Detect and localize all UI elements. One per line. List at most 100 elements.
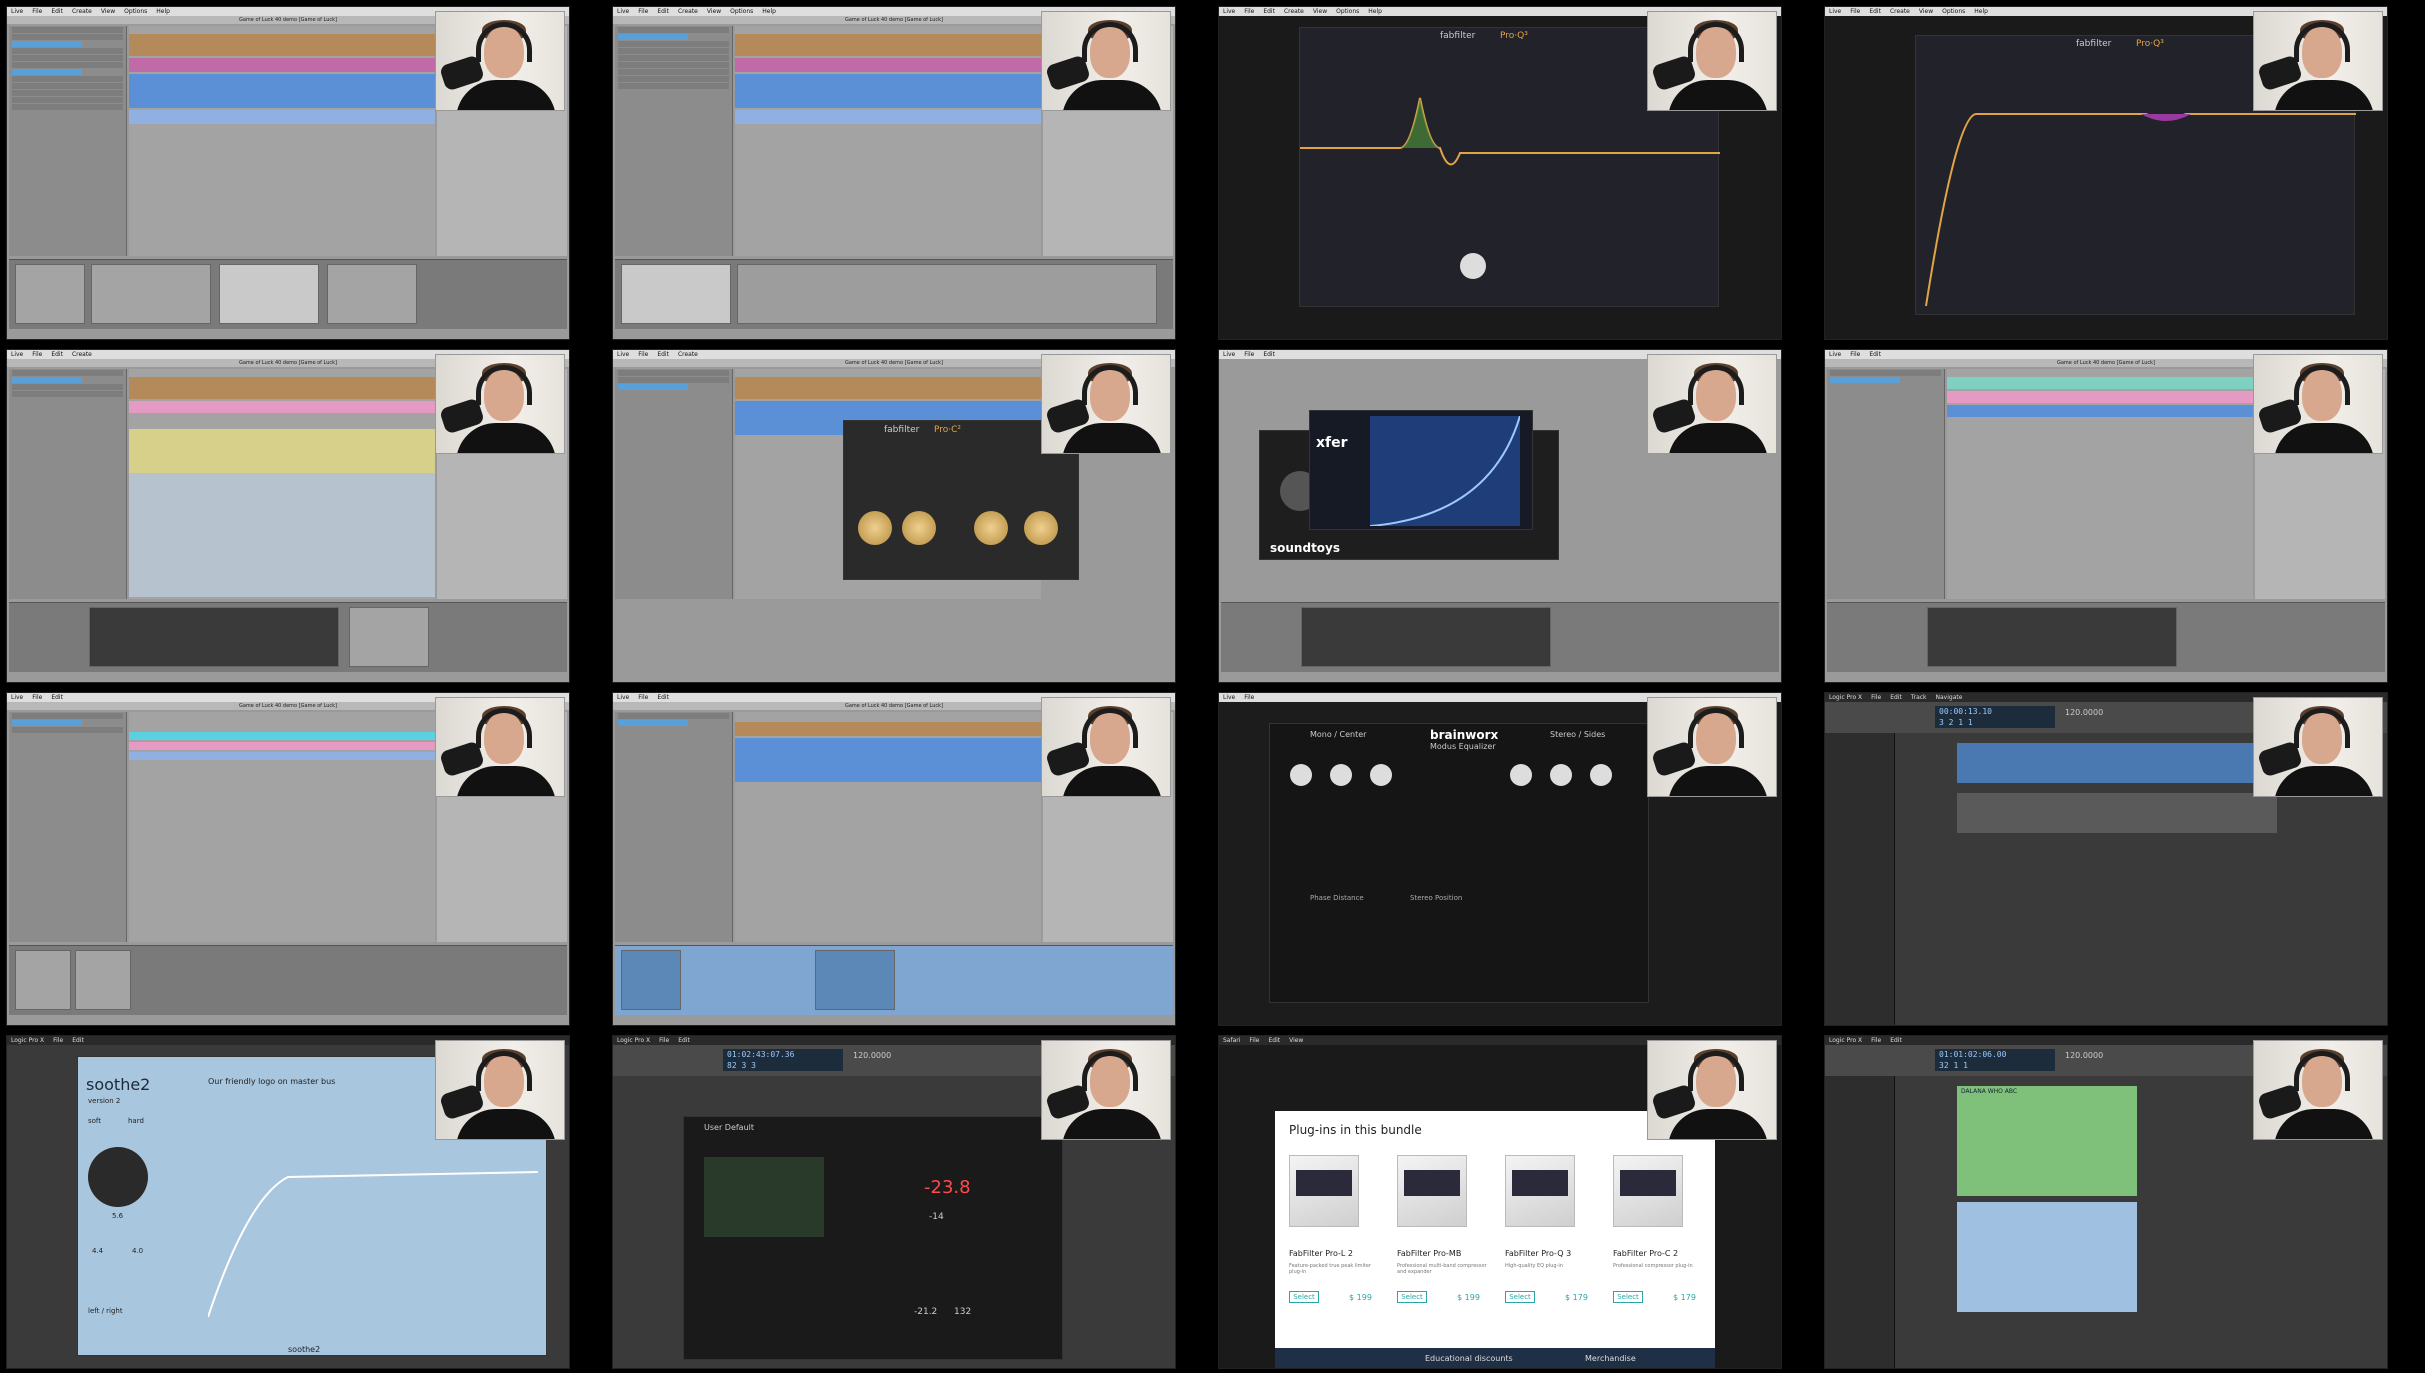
- brainworx-window[interactable]: brainworx Modus Equalizer Mono / Center …: [1269, 723, 1649, 1003]
- device-chain[interactable]: [9, 259, 567, 329]
- curve-display[interactable]: [1370, 416, 1520, 526]
- tile-bundle-page[interactable]: Safari File Edit View Plug-ins in this bund…: [1218, 1035, 1782, 1369]
- device-chain[interactable]: [1827, 602, 2385, 672]
- tempo: 120.0000: [2065, 1051, 2104, 1060]
- tile-loudness[interactable]: Logic Pro X File Edit 01:02:43:07.36 82 3 3…: [612, 1035, 1176, 1369]
- peak-value: 132: [954, 1307, 972, 1317]
- tile-brainworx[interactable]: Live File brainworx Modus Equalizer Mono …: [1218, 692, 1782, 1026]
- webcam-overlay: [2253, 11, 2383, 111]
- tile-xfer-soundtoys[interactable]: Live File Edit soundtoys xfer: [1218, 349, 1782, 683]
- select-button[interactable]: Select: [1613, 1291, 1643, 1303]
- bundle-item-name[interactable]: FabFilter Pro-MB: [1397, 1249, 1461, 1258]
- ratio-knob[interactable]: [902, 511, 936, 545]
- tile-pro-q3[interactable]: Live File Edit Create View Options Help fabfil…: [1218, 6, 1782, 340]
- mode-hard[interactable]: hard: [128, 1117, 144, 1125]
- webcam-overlay: [1647, 11, 1777, 111]
- release-knob[interactable]: [1024, 511, 1058, 545]
- bundle-item-desc: High-quality EQ plug-in: [1505, 1263, 1563, 1269]
- tile-logic-1[interactable]: Logic Pro X File Edit Track Navigate 00:00:1…: [1824, 692, 2388, 1026]
- footer-link-edu[interactable]: Educational discounts: [1425, 1354, 1513, 1363]
- tile-ableton-5[interactable]: Live File Edit Game of Luck 40 demo [Game …: [6, 692, 570, 1026]
- webcam-overlay: [435, 1040, 565, 1140]
- audio-region[interactable]: DALANA WHO ABC: [1957, 1086, 2137, 1196]
- browser-panel[interactable]: [9, 712, 127, 942]
- tile-soothe2[interactable]: Logic Pro X File Edit soothe2 version 2 Ou…: [6, 1035, 570, 1369]
- loudness-meter-window[interactable]: User Default -23.8 -14 -21.2 132: [683, 1116, 1063, 1360]
- browser-panel[interactable]: [615, 369, 733, 599]
- plugin-brand: fabfilter: [884, 425, 920, 435]
- region-name: DALANA WHO ABC: [1961, 1088, 2018, 1095]
- select-button[interactable]: Select: [1289, 1291, 1319, 1303]
- webcam-overlay: [1041, 11, 1171, 111]
- tile-pro-q3-2[interactable]: Live File Edit Create View Options Help fabfil…: [1824, 6, 2388, 340]
- bundle-item-desc: Feature-packed true peak limiter plug-in: [1289, 1263, 1372, 1275]
- eq-knob[interactable]: [1370, 764, 1392, 786]
- price: $ 199: [1349, 1293, 1372, 1302]
- bundle-item-box: [1397, 1155, 1467, 1227]
- price: $ 179: [1565, 1293, 1588, 1302]
- webcam-overlay: [435, 11, 565, 111]
- inspector[interactable]: [1825, 733, 1895, 1025]
- audio-region[interactable]: [1957, 1202, 2137, 1312]
- webcam-overlay: [2253, 1040, 2383, 1140]
- webcam-overlay: [1647, 697, 1777, 797]
- arrangement-view[interactable]: [735, 26, 1041, 256]
- eq-knob[interactable]: [1550, 764, 1572, 786]
- arrangement-view[interactable]: [129, 369, 435, 599]
- bundle-item-name[interactable]: FabFilter Pro-C 2: [1613, 1249, 1678, 1258]
- tile-logic-2[interactable]: Logic Pro X File Edit 01:01:02:06.00 32 1 1…: [1824, 1035, 2388, 1369]
- tile-ableton-6[interactable]: Live File Edit Game of Luck 40 demo [Game …: [612, 692, 1176, 1026]
- arrangement-view[interactable]: [129, 26, 435, 256]
- tile-ableton-1[interactable]: Live File Edit Create View Options Help Game o…: [6, 6, 570, 340]
- arrangement-view[interactable]: [129, 712, 435, 942]
- select-button[interactable]: Select: [1397, 1291, 1427, 1303]
- audio-region[interactable]: [1957, 743, 2277, 783]
- browser-panel[interactable]: [615, 712, 733, 942]
- eq-knob[interactable]: [1330, 764, 1352, 786]
- device-chain[interactable]: [1221, 602, 1779, 672]
- soothe-footer: soothe2: [288, 1345, 321, 1354]
- browser-panel[interactable]: [615, 26, 733, 256]
- history-graph: [704, 1157, 824, 1237]
- arrangement-view[interactable]: [1947, 369, 2253, 599]
- device-chain[interactable]: [615, 945, 1173, 1015]
- webcam-overlay: [1041, 1040, 1171, 1140]
- depth-knob[interactable]: [88, 1147, 148, 1207]
- footer-link-merch[interactable]: Merchandise: [1585, 1354, 1636, 1363]
- integrated-loudness: -23.8: [924, 1177, 971, 1198]
- tile-ableton-2[interactable]: Live File Edit Create View Options Help Game o…: [612, 6, 1176, 340]
- attack-knob[interactable]: [974, 511, 1008, 545]
- device-chain[interactable]: [615, 259, 1173, 329]
- browser-panel[interactable]: [9, 26, 127, 256]
- price: $ 179: [1673, 1293, 1696, 1302]
- webcam-overlay: [1647, 1040, 1777, 1140]
- xfer-window[interactable]: xfer: [1309, 410, 1533, 530]
- browser-panel[interactable]: [1827, 369, 1945, 599]
- lcd-display: 01:02:43:07.36 82 3 3: [723, 1049, 843, 1071]
- brainworx-title: Modus Equalizer: [1430, 742, 1496, 751]
- arrangement-view[interactable]: [735, 712, 1041, 942]
- device-chain[interactable]: [9, 602, 567, 672]
- preset-name[interactable]: User Default: [704, 1123, 754, 1132]
- audio-region[interactable]: [1957, 793, 2277, 833]
- select-button[interactable]: Select: [1505, 1291, 1535, 1303]
- threshold-knob[interactable]: [858, 511, 892, 545]
- eq-knob[interactable]: [1590, 764, 1612, 786]
- tile-pro-c2[interactable]: Live File Edit Create Game of Luck 40 demo …: [612, 349, 1176, 683]
- bundle-item-name[interactable]: FabFilter Pro-Q 3: [1505, 1249, 1571, 1258]
- footer-bar: Educational discounts Merchandise: [1275, 1348, 1715, 1368]
- tempo: 120.0000: [2065, 708, 2104, 717]
- eq-knob[interactable]: [1510, 764, 1532, 786]
- gain-knob[interactable]: [1460, 253, 1486, 279]
- tile-ableton-4[interactable]: Live File Edit Game of Luck 40 demo [Game …: [1824, 349, 2388, 683]
- inspector[interactable]: [1825, 1076, 1895, 1368]
- tile-ableton-3[interactable]: Live File Edit Create Game of Luck 40 demo …: [6, 349, 570, 683]
- brainworx-logo: brainworx: [1430, 728, 1499, 742]
- browser-panel[interactable]: [9, 369, 127, 599]
- bundle-item-name[interactable]: FabFilter Pro-L 2: [1289, 1249, 1353, 1258]
- device-chain[interactable]: [9, 945, 567, 1015]
- video-thumbnail-grid: Live File Edit Create View Options Help Game o…: [0, 0, 2425, 1373]
- mode-soft[interactable]: soft: [88, 1117, 101, 1125]
- eq-knob[interactable]: [1290, 764, 1312, 786]
- stereo-mode[interactable]: left / right: [88, 1307, 123, 1315]
